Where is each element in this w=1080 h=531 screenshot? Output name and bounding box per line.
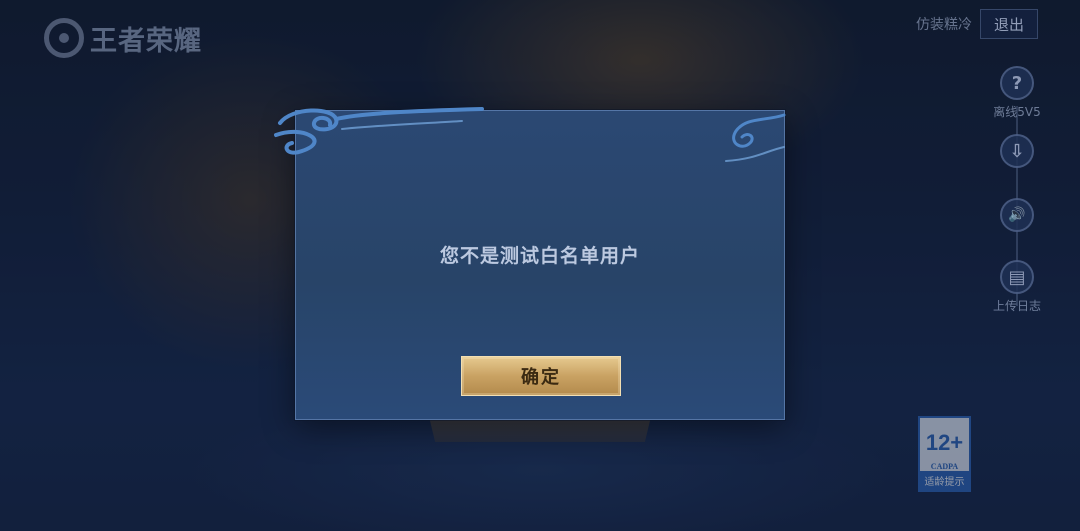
- logo-mark-icon: [44, 18, 84, 58]
- age-rating-badge: 12+ CADPA 适龄提示: [918, 416, 971, 492]
- alert-dialog: 您不是测试白名单用户 确定: [274, 107, 786, 420]
- side-item-upload-log[interactable]: ▤ 上传日志: [986, 260, 1048, 314]
- question-icon: ?: [1000, 66, 1034, 100]
- confirm-button[interactable]: 确定: [461, 356, 621, 396]
- download-icon: ⇩: [1000, 134, 1034, 168]
- rating-age: 12+: [925, 430, 964, 455]
- speaker-icon: 🔊: [1000, 198, 1034, 232]
- side-item-label: 上传日志: [992, 299, 1041, 313]
- cloud-swirl-ornament-icon: [274, 107, 484, 155]
- clipboard-icon: ▤: [1000, 260, 1034, 294]
- dialog-message: 您不是测试白名单用户: [439, 245, 640, 267]
- cloud-swirl-ornament-icon: [725, 113, 786, 162]
- side-item-label: 离线5V5: [993, 105, 1041, 119]
- rating-tip: 适龄提示: [920, 471, 969, 490]
- side-item-download[interactable]: ⇩: [986, 134, 1048, 168]
- side-item-sound[interactable]: 🔊: [986, 198, 1048, 232]
- username: 仿装糕冷: [916, 17, 972, 33]
- account-bar: 仿装糕冷 退出: [916, 9, 1038, 39]
- side-item-offline-5v5[interactable]: ? 离线5V5: [986, 66, 1048, 120]
- rating-org: CADPA: [930, 462, 959, 471]
- logo-text: 王者荣耀: [90, 25, 202, 57]
- logout-button[interactable]: 退出: [980, 9, 1038, 39]
- game-logo: 王者荣耀: [44, 18, 202, 58]
